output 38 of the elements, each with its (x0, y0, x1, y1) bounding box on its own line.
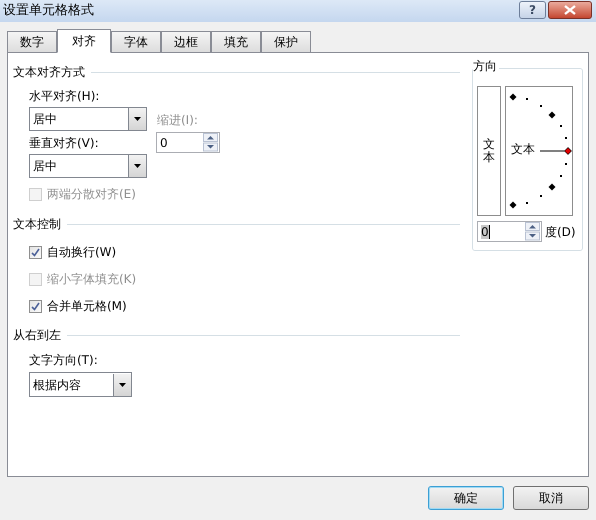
close-button[interactable] (548, 1, 592, 19)
tab[interactable]: 数字 (7, 31, 57, 52)
window-title: 设置单元格格式 (2, 2, 95, 20)
field-label: 垂直对齐(V): (29, 135, 100, 152)
checkbox[interactable] (29, 246, 42, 258)
checkbox-label: 两端分散对齐(E) (47, 186, 136, 203)
vertical-text-button[interactable]: 文本 (477, 86, 501, 216)
caret-icon (134, 117, 141, 121)
checkbox-label: 缩小字体填充(K) (47, 271, 136, 288)
section-title: 文本对齐方式 (13, 64, 85, 81)
field-label: 度(D) (545, 224, 576, 240)
help-button[interactable]: ? (519, 1, 546, 19)
checkbox-label: 合并单元格(M) (47, 298, 127, 315)
dropdown[interactable]: 居中 (29, 154, 147, 178)
dial-text: 文本 (511, 143, 535, 155)
checkbox-label: 自动换行(W) (47, 244, 116, 261)
field-label: 水平对齐(H): (29, 88, 100, 105)
caret-icon (119, 382, 126, 386)
caret-icon (134, 164, 141, 168)
field-label: 文字方向(T): (29, 352, 99, 369)
section-title: 文本控制 (13, 216, 61, 233)
section-title: 从右到左 (13, 327, 61, 344)
cancel-button[interactable]: 取消 (513, 486, 589, 510)
field-label: 缩进(I): (157, 112, 199, 129)
dropdown[interactable]: 居中 (29, 107, 147, 131)
checkbox[interactable] (29, 300, 42, 312)
tab[interactable]: 字体 (111, 31, 161, 52)
tab[interactable]: 边框 (161, 31, 211, 52)
tab[interactable]: 保护 (261, 31, 311, 52)
close-icon (564, 5, 576, 15)
dropdown[interactable]: 根据内容 (29, 372, 132, 397)
section-title: 方向 (473, 60, 499, 72)
ok-button[interactable]: 确定 (428, 486, 504, 510)
tab[interactable]: 对齐 (57, 29, 111, 53)
spin-arrows-icon[interactable] (203, 133, 218, 152)
spin-field[interactable]: 0 (477, 221, 542, 242)
spin-arrows-icon[interactable] (525, 222, 540, 241)
tab[interactable]: 填充 (211, 31, 261, 52)
